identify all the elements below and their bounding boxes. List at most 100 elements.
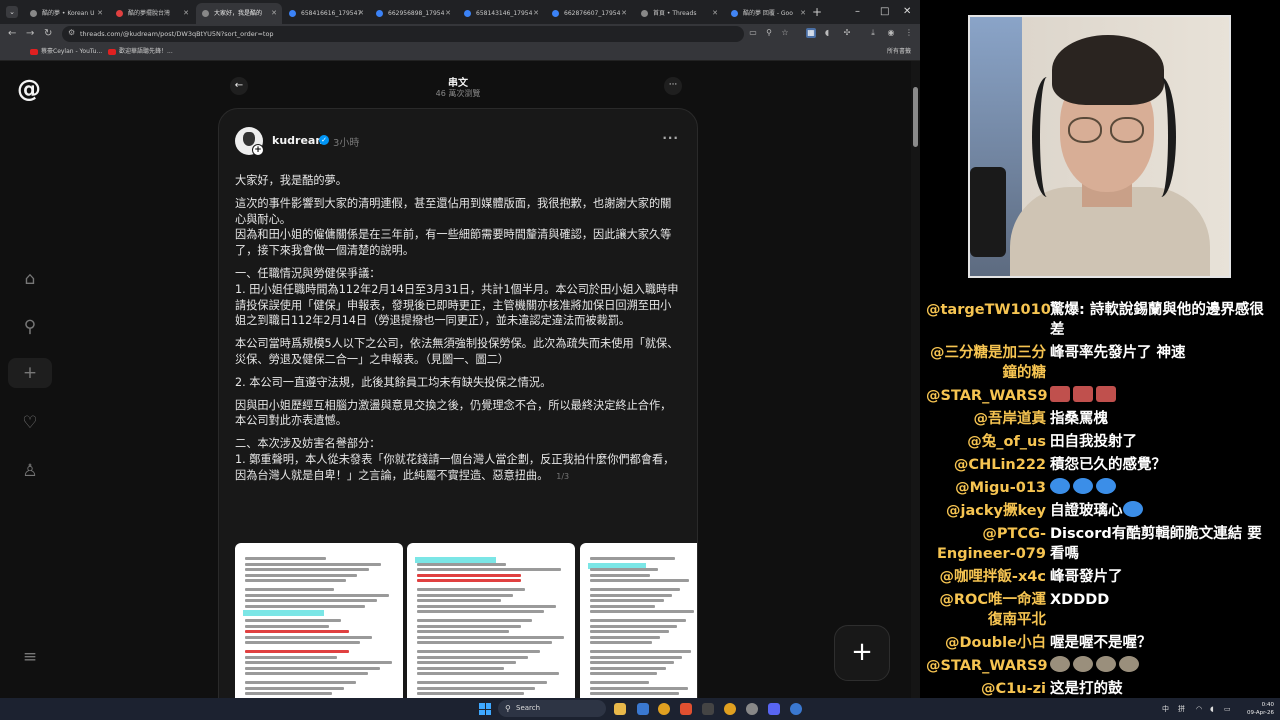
thumbnail-text-line — [590, 655, 683, 659]
maximize-button[interactable]: □ — [880, 5, 889, 19]
menu-dots-icon[interactable]: ⋮ — [904, 28, 914, 38]
tab-7[interactable]: 662876607_17954 ✕ — [546, 3, 632, 24]
close-tab-icon[interactable]: ✕ — [271, 3, 277, 24]
threads-logo-icon[interactable]: @ — [14, 74, 44, 104]
chat-author[interactable]: @C1u-zi — [926, 679, 1046, 699]
scrollbar-thumb[interactable] — [913, 87, 918, 147]
thumbnail-text-line — [417, 635, 564, 639]
close-tab-icon[interactable]: ✕ — [358, 3, 364, 24]
tab-5[interactable]: 662956898_17954 ✕ — [370, 3, 456, 24]
wifi-icon[interactable]: ◠ — [1196, 698, 1202, 720]
obs-icon[interactable] — [746, 703, 758, 715]
minimize-button[interactable]: – — [855, 5, 860, 19]
reload-icon[interactable]: ↻ — [44, 27, 52, 41]
chat-text: 峰哥率先發片了 神速 — [1046, 343, 1276, 383]
profile-icon[interactable]: ♙ — [15, 456, 45, 486]
tab-2[interactable]: 酷的夢擺脫台灣 ✕ — [110, 3, 194, 24]
thumbnail-text-line — [590, 619, 686, 622]
activity-heart-icon[interactable]: ♡ — [15, 408, 45, 438]
profile-icon[interactable]: ◉ — [886, 28, 896, 38]
chat-author[interactable]: @STAR_WARS9 — [926, 656, 1048, 676]
chat-author[interactable]: @PTCG-Engineer-079 — [926, 524, 1046, 564]
system-clock[interactable]: 0:40 09-Apr-26 — [1240, 701, 1274, 717]
home-icon[interactable]: ⌂ — [15, 264, 45, 294]
tab-9[interactable]: 酷的夢 回覆 - Goo ✕ — [725, 3, 811, 24]
close-tab-icon[interactable]: ✕ — [97, 3, 103, 24]
file-explorer-icon[interactable] — [614, 703, 626, 715]
chat-author[interactable]: @咖哩拌飯-x4c — [926, 567, 1046, 587]
chat-author[interactable]: @targeTW1010 — [926, 300, 1051, 340]
brave-icon[interactable] — [680, 703, 692, 715]
forward-arrow-icon[interactable]: → — [26, 27, 34, 41]
zoom-icon[interactable]: ⚲ — [764, 28, 774, 38]
chat-author[interactable]: @STAR_WARS9 — [926, 386, 1048, 406]
ime-language[interactable]: 中 — [1162, 698, 1169, 720]
read-aloud-icon[interactable]: ◖ — [822, 28, 832, 38]
tab-favicon-icon — [731, 10, 738, 17]
extensions-puzzle-icon[interactable]: ✣ — [842, 28, 852, 38]
app-icon[interactable] — [790, 703, 802, 715]
bookmark-star-icon[interactable]: ☆ — [780, 28, 790, 38]
site-info-icon[interactable]: ⚙ — [68, 28, 75, 37]
tab-1[interactable]: 酷的夢 • Korean U ✕ — [24, 3, 108, 24]
new-tab-button[interactable]: + — [812, 5, 822, 19]
windows-start-icon[interactable] — [479, 703, 491, 715]
close-tab-icon[interactable]: ✕ — [533, 3, 539, 24]
extension-icon[interactable]: ▦ — [806, 28, 816, 38]
page-scrollbar[interactable] — [911, 61, 920, 698]
close-tab-icon[interactable]: ✕ — [183, 3, 189, 24]
address-bar[interactable]: ⚙ threads.com/@kudream/post/DW3qBtYU5N?s… — [62, 26, 744, 42]
tab-search-button[interactable]: ⌄ — [6, 6, 18, 18]
windows-taskbar: ⚲ Search 中 拼 ◠ ◖ ▭ 0:40 09-Apr-26 — [0, 698, 1280, 720]
attachment-image-3[interactable] — [580, 543, 697, 698]
attachment-image-1[interactable] — [235, 543, 403, 698]
battery-icon[interactable]: ▭ — [1224, 698, 1231, 720]
close-tab-icon[interactable]: ✕ — [445, 3, 451, 24]
post-more-button[interactable]: ··· — [662, 131, 679, 145]
tab-title: 658416616_179547 — [301, 10, 362, 17]
chat-author[interactable]: @吾岸道真 — [926, 409, 1047, 429]
chat-author[interactable]: @CHLin222 — [926, 455, 1046, 475]
tab-title: 酷的夢擺脫台灣 — [128, 10, 171, 17]
thumbnail-text-line — [245, 681, 356, 684]
close-tab-icon[interactable]: ✕ — [800, 3, 806, 24]
chat-author[interactable]: @兔_of_us — [926, 432, 1046, 452]
app-icon[interactable] — [702, 703, 714, 715]
chat-author[interactable]: @Migu-013 — [926, 478, 1046, 498]
close-tab-icon[interactable]: ✕ — [712, 3, 718, 24]
chat-author[interactable]: @jacky撅key — [926, 501, 1046, 521]
chat-message: @吾岸道真 指桑罵槐 — [926, 409, 1276, 429]
cast-icon[interactable]: ▭ — [748, 28, 758, 38]
chat-author[interactable]: @三分糖是加三分鐘的糖 — [926, 343, 1046, 383]
tab-4[interactable]: 658416616_179547 ✕ — [283, 3, 369, 24]
back-arrow-icon[interactable]: ← — [8, 27, 16, 41]
taskbar-search[interactable]: ⚲ Search — [498, 700, 606, 717]
chat-author[interactable]: @Double小白 — [926, 633, 1046, 653]
close-tab-icon[interactable]: ✕ — [621, 3, 627, 24]
emote-icon — [1073, 386, 1093, 402]
bookmark-item[interactable]: 歡迎華語聽先鋒！... — [108, 44, 173, 60]
more-menu-icon[interactable]: ≡ — [15, 642, 45, 672]
chrome-icon[interactable] — [658, 703, 670, 715]
close-window-button[interactable]: ✕ — [903, 5, 911, 19]
chrome-icon[interactable] — [724, 703, 736, 715]
volume-icon[interactable]: ◖ — [1210, 698, 1214, 720]
tab-6[interactable]: 658143146_17954 ✕ — [458, 3, 544, 24]
create-icon[interactable]: + — [8, 358, 52, 388]
ime-mode[interactable]: 拼 — [1178, 698, 1185, 720]
chat-message: @targeTW1010 驚爆: 詩軟說錫蘭與他的邊界感很差 — [926, 300, 1276, 340]
discord-icon[interactable] — [768, 703, 780, 715]
app-icon[interactable] — [637, 703, 649, 715]
search-icon[interactable]: ⚲ — [15, 312, 45, 342]
new-post-button[interactable]: + — [834, 625, 890, 681]
view-count: 46 萬次瀏覽 — [435, 89, 481, 98]
all-bookmarks[interactable]: 所有書籤 — [876, 44, 911, 60]
tab-8[interactable]: 首頁 • Threads ✕ — [635, 3, 723, 24]
chat-author[interactable]: @ROC唯一命運復南平北 — [926, 590, 1046, 630]
attachment-image-2[interactable] — [407, 543, 575, 698]
tab-3[interactable]: 大家好，我是酷的 ✕ — [196, 3, 282, 24]
header-more-button[interactable]: ··· — [664, 77, 682, 95]
bookmark-item[interactable]: 蔡豪Ceylan - YouTu... — [30, 44, 102, 60]
download-icon[interactable]: ⤓ — [868, 28, 878, 38]
follow-plus-icon[interactable]: + — [252, 144, 264, 156]
